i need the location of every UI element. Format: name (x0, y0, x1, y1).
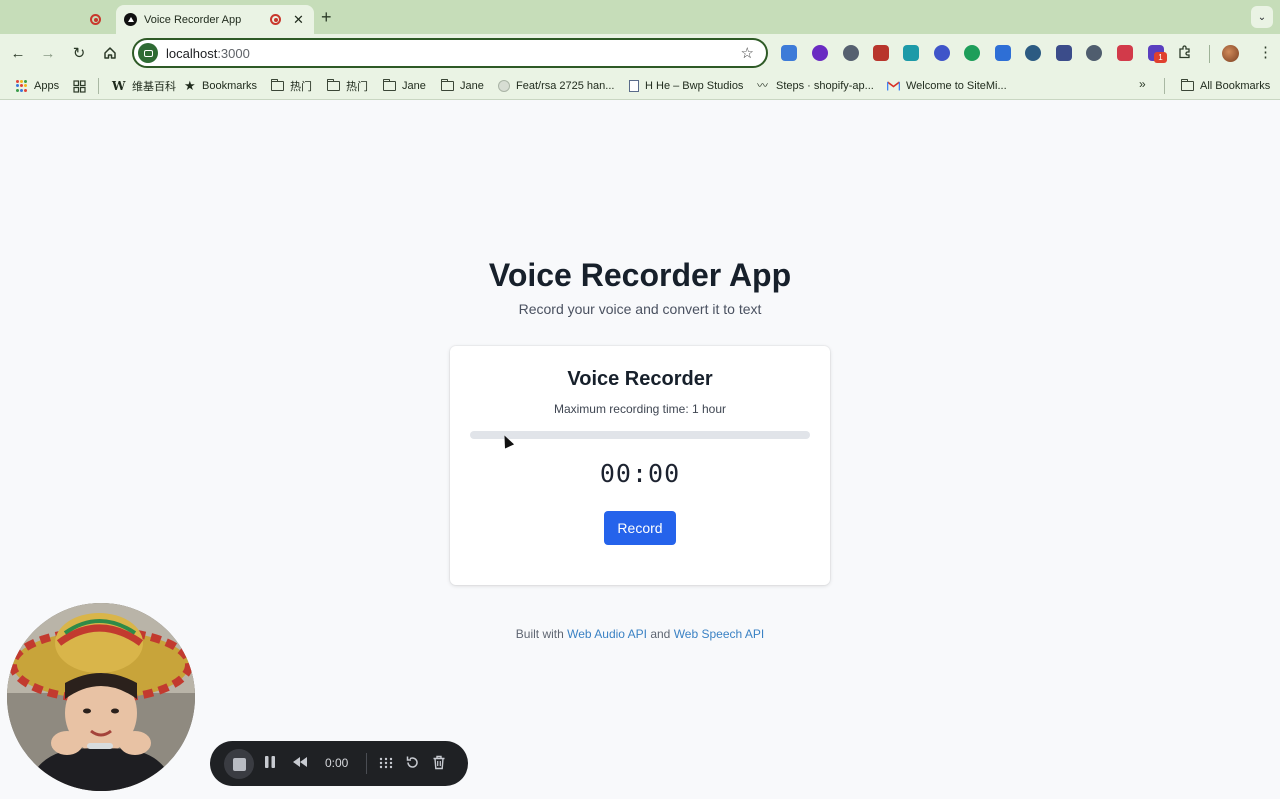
reload-button[interactable]: ↻ (69, 43, 89, 63)
close-tab-icon[interactable]: ✕ (293, 12, 304, 28)
address-bar[interactable]: localhost:3000 ☆ (132, 38, 768, 68)
browser-extension-icon[interactable] (903, 45, 919, 61)
bookmark-github-pr[interactable]: Feat/rsa 2725 han... (498, 78, 614, 94)
bookmarks-bar: Apps W 维基百科 ★ Bookmarks 热门 热门 Jane Jane … (0, 72, 1280, 100)
footer-middle: and (646, 627, 674, 641)
recording-timer: 00:00 (599, 459, 681, 488)
arrow-right-icon: → (40, 44, 56, 62)
stop-icon (232, 757, 246, 771)
site-info-icon[interactable] (138, 43, 158, 63)
bookmark-wikipedia[interactable]: W 维基百科 (112, 78, 176, 94)
forward-button[interactable]: → (38, 43, 58, 63)
tab-title: Voice Recorder App (144, 13, 242, 26)
browser-extension-icon[interactable] (964, 45, 980, 61)
trash-icon[interactable] (432, 755, 446, 773)
bookmark-folder-hot-2[interactable]: 热门 (327, 78, 368, 94)
apps-grid-icon (16, 80, 28, 92)
star-icon: ★ (184, 78, 196, 93)
screen-recorder-controls: 0:00 (210, 741, 468, 786)
bookmark-star-icon[interactable]: ☆ (741, 44, 754, 62)
page-footer: Built with Web Audio API and Web Speech … (0, 627, 1280, 641)
browser-extension-icon[interactable] (1025, 45, 1041, 61)
footer-prefix: Built with (515, 627, 568, 641)
webcam-bubble[interactable] (7, 603, 195, 791)
browser-extension-icon[interactable] (781, 45, 797, 61)
recording-indicator-icon (90, 14, 101, 25)
folder-icon (327, 79, 340, 91)
record-button[interactable]: Record (604, 511, 676, 545)
browser-extension-icon[interactable] (873, 45, 889, 61)
bookmark-apps[interactable]: Apps (16, 78, 59, 94)
extensions-puzzle-icon[interactable] (1178, 45, 1192, 62)
folder-icon (383, 79, 396, 91)
tab-groups-icon (73, 79, 86, 93)
browser-extension-icon[interactable] (1117, 45, 1133, 61)
bookmark-bookmarks[interactable]: ★ Bookmarks (184, 78, 257, 94)
chevron-down-icon: ⌄ (1257, 11, 1267, 23)
tab-search-button[interactable]: ⌄ (1251, 6, 1273, 28)
page-title: Voice Recorder App (488, 257, 792, 293)
document-icon (629, 80, 639, 92)
browser-tab-bar: Voice Recorder App ✕ + ⌄ (0, 0, 1280, 34)
profile-avatar[interactable] (1222, 45, 1239, 62)
webcam-feed-image (7, 603, 195, 791)
browser-extension-icon[interactable] (934, 45, 950, 61)
tab-voice-recorder[interactable]: Voice Recorder App ✕ (116, 5, 314, 34)
browser-extension-icon[interactable] (1056, 45, 1072, 61)
reload-icon: ↻ (72, 45, 86, 62)
browser-menu-icon[interactable]: ⋮ (1258, 43, 1273, 61)
browser-extension-icon[interactable] (995, 45, 1011, 61)
browser-extension-icon[interactable] (1086, 45, 1102, 61)
home-icon (104, 47, 116, 59)
home-button[interactable] (100, 43, 120, 63)
rewind-icon[interactable] (292, 755, 308, 772)
folder-icon (441, 79, 454, 91)
bookmarks-divider (1164, 78, 1165, 94)
url-text: localhost:3000 (166, 45, 250, 61)
recording-progress-bar (470, 431, 810, 439)
back-button[interactable]: ← (8, 43, 28, 63)
recording-indicator-icon (270, 14, 281, 25)
wikipedia-icon: W (112, 79, 126, 93)
recording-elapsed-time: 0:00 (325, 756, 349, 770)
bookmark-folder-jane-1[interactable]: Jane (383, 78, 426, 94)
drawing-tools-icon[interactable] (378, 755, 394, 774)
pause-icon[interactable] (264, 755, 276, 772)
bookmarks-divider (98, 78, 99, 94)
extension-badge: 1 (1154, 52, 1167, 63)
bookmark-sitemi[interactable]: Welcome to SiteMi... (887, 78, 1007, 94)
folder-icon (271, 79, 284, 91)
recorder-title: Voice Recorder (567, 368, 713, 390)
recording-limit-text: Maximum recording time: 1 hour (553, 402, 727, 416)
vercel-favicon-icon (124, 13, 137, 26)
folder-icon (1181, 79, 1194, 91)
browser-toolbar: ← → ↻ localhost:3000 ☆ (0, 34, 1280, 72)
bookmarks-overflow-icon[interactable]: » (1139, 77, 1146, 91)
browser-extension-icon[interactable] (843, 45, 859, 61)
arrow-left-icon: ← (10, 44, 26, 62)
bookmark-bwp-studios[interactable]: H He – Bwp Studios (629, 78, 743, 94)
github-icon (498, 80, 510, 92)
browser-extension-icon[interactable] (812, 45, 828, 61)
toolbar-divider (1209, 45, 1210, 63)
page-subtitle: Record your voice and convert it to text (518, 301, 762, 317)
controls-divider (366, 753, 367, 774)
bookmark-folder-hot-1[interactable]: 热门 (271, 78, 312, 94)
bookmark-tab-groups[interactable] (73, 78, 86, 94)
bookmark-folder-jane-2[interactable]: Jane (441, 78, 484, 94)
web-audio-api-link[interactable]: Web Audio API (567, 627, 647, 641)
steps-icon: 〰 (757, 80, 768, 92)
gmail-icon (887, 81, 900, 91)
bookmark-all-bookmarks[interactable]: All Bookmarks (1181, 78, 1270, 94)
restart-icon[interactable] (405, 755, 420, 773)
bookmark-steps-shopify[interactable]: 〰 Steps · shopify-ap... (757, 78, 874, 94)
new-tab-button[interactable]: + (321, 7, 332, 28)
stop-recording-button[interactable] (224, 749, 254, 779)
web-speech-api-link[interactable]: Web Speech API (674, 627, 765, 641)
recorder-card: Voice Recorder Maximum recording time: 1… (450, 346, 830, 585)
tab-inactive[interactable] (8, 5, 116, 34)
